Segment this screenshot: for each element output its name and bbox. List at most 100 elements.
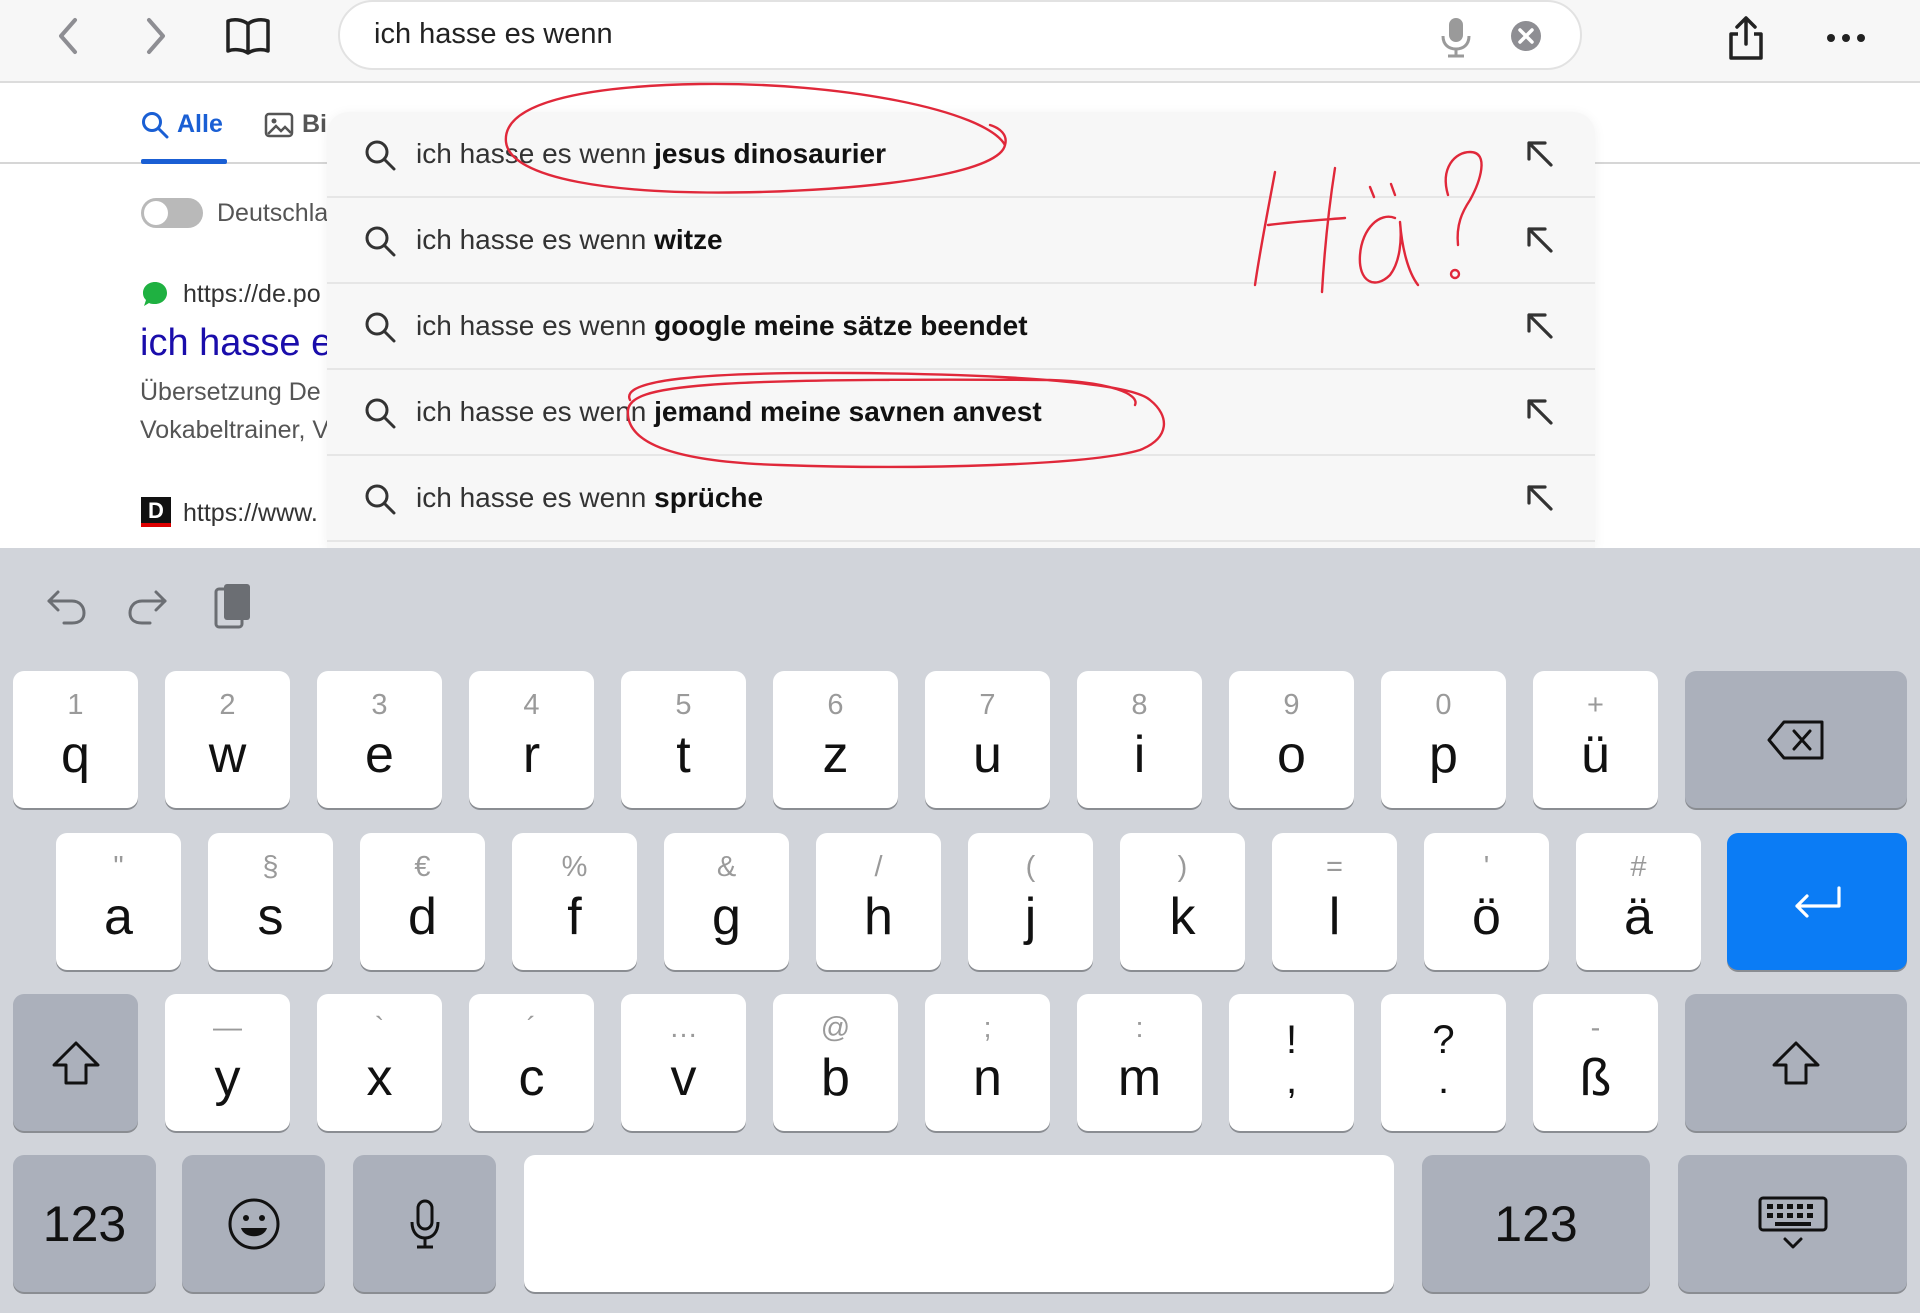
key-b[interactable]: @ b [773,994,898,1131]
key-char: z [822,726,849,784]
key-char: ü [1581,726,1610,784]
key-secondary-char: @ [820,1012,851,1044]
tab-all[interactable]: Alle [141,110,223,139]
return-icon [1727,833,1907,970]
key-d[interactable]: € d [360,833,485,970]
key-k[interactable]: ) k [1120,833,1245,970]
suggestion-item[interactable]: ich hasse es wenn sprüche [327,456,1595,542]
key-secondary-char: 9 [1283,689,1300,721]
fill-query-arrow-icon[interactable] [1523,223,1557,257]
share-button[interactable] [1716,8,1776,68]
search-query-text[interactable]: ich hasse es wenn [374,18,613,51]
fill-query-arrow-icon[interactable] [1523,137,1557,171]
suggestion-text: ich hasse es wenn sprüche [416,482,764,513]
right-shift-key[interactable] [1685,994,1907,1131]
key-char-stack: !, [1285,1018,1298,1102]
dictation-key[interactable] [353,1155,496,1292]
key-o[interactable]: 9o [1229,671,1354,808]
key-z[interactable]: 6z [773,671,898,808]
key-char: f [567,888,582,946]
key-secondary-char: 8 [1131,689,1148,721]
key-char: e [365,726,394,784]
key-x[interactable]: ` x [317,994,442,1131]
left-shift-key[interactable] [13,994,138,1131]
key-s[interactable]: § s [208,833,333,970]
key-i[interactable]: 8i [1077,671,1202,808]
key-ü[interactable]: + ü [1533,671,1658,808]
key-q[interactable]: 1q [13,671,138,808]
redo-button[interactable] [120,578,176,634]
more-options-button[interactable] [1816,8,1876,68]
suggestion-item[interactable]: ich hasse es wenn jesus dinosaurier [327,112,1595,198]
key-ä[interactable]: # ä [1576,833,1701,970]
image-icon [264,112,294,137]
key-m[interactable]: :m [1077,994,1202,1131]
key-j[interactable]: (j [968,833,1093,970]
result-snippet: Vokabeltrainer, V [140,416,330,444]
book-icon [226,18,270,55]
undo-icon [47,590,86,625]
key-eszett[interactable]: -ß [1533,994,1658,1131]
suggestion-item[interactable]: ich hasse es wenn jemand meine savnen an… [327,370,1595,456]
fill-query-arrow-icon[interactable] [1523,481,1557,515]
numbers-key[interactable]: 123 [13,1155,156,1292]
key-p[interactable]: 0p [1381,671,1506,808]
result-title[interactable]: ich hasse e [140,322,332,365]
fill-query-arrow-icon[interactable] [1523,309,1557,343]
forward-button[interactable] [126,6,186,66]
delete-key[interactable] [1685,671,1907,808]
undo-button[interactable] [38,578,94,634]
result-url[interactable]: https://www. [183,499,318,528]
key-secondary-char: 3 [371,689,388,721]
tab-images[interactable]: Bi [264,110,327,139]
key-l[interactable]: = l [1272,833,1397,970]
key-punctuation[interactable]: ?. [1381,994,1506,1131]
paste-button[interactable] [204,578,260,634]
numbers-key-label: 123 [42,1195,127,1252]
key-e[interactable]: 3e [317,671,442,808]
key-char: j [1024,888,1037,946]
key-punctuation[interactable]: !, [1229,994,1354,1131]
emoji-key[interactable] [182,1155,325,1292]
result-favicon: D [141,497,171,527]
key-char: ß [1579,1049,1612,1107]
space-key[interactable] [524,1155,1394,1292]
key-secondary-char: ; [983,1012,992,1044]
key-char: a [104,888,133,946]
key-v[interactable]: … v [621,994,746,1131]
key-u[interactable]: 7u [925,671,1050,808]
key-r[interactable]: 4r [469,671,594,808]
key-h[interactable]: / h [816,833,941,970]
suggestion-item[interactable]: ich hasse es wenn witze [327,198,1595,284]
microphone-icon [353,1155,496,1292]
key-secondary-char: + [1587,689,1604,721]
suggestion-item[interactable]: ich hasse es wenn google meine sätze bee… [327,284,1595,370]
numbers-key[interactable]: 123 [1422,1155,1650,1292]
address-bar[interactable]: ich hasse es wenn [338,0,1582,70]
shift-icon [13,994,138,1131]
microphone-icon[interactable] [1436,15,1476,59]
key-n[interactable]: ; n [925,994,1050,1131]
key-y[interactable]: — y [165,994,290,1131]
back-button[interactable] [38,6,98,66]
hide-keyboard-key[interactable] [1678,1155,1907,1292]
active-tab-indicator [141,159,227,164]
key-a[interactable]: " a [56,833,181,970]
suggestion-text: ich hasse es wenn witze [416,224,723,255]
key-secondary-char: = [1326,851,1343,883]
fill-query-arrow-icon[interactable] [1523,395,1557,429]
key-ö[interactable]: ' ö [1424,833,1549,970]
key-secondary-char: ( [1025,851,1036,883]
key-g[interactable]: & g [664,833,789,970]
key-w[interactable]: 2w [165,671,290,808]
key-c[interactable]: ´ c [469,994,594,1131]
backspace-icon [1685,671,1907,808]
key-f[interactable]: % f [512,833,637,970]
bookmarks-button[interactable] [218,6,278,66]
clear-input-icon[interactable] [1508,18,1544,54]
key-char: t [676,726,691,784]
result-url[interactable]: https://de.po [183,280,321,309]
return-key[interactable] [1727,833,1907,970]
key-t[interactable]: 5t [621,671,746,808]
region-toggle[interactable] [141,198,203,228]
